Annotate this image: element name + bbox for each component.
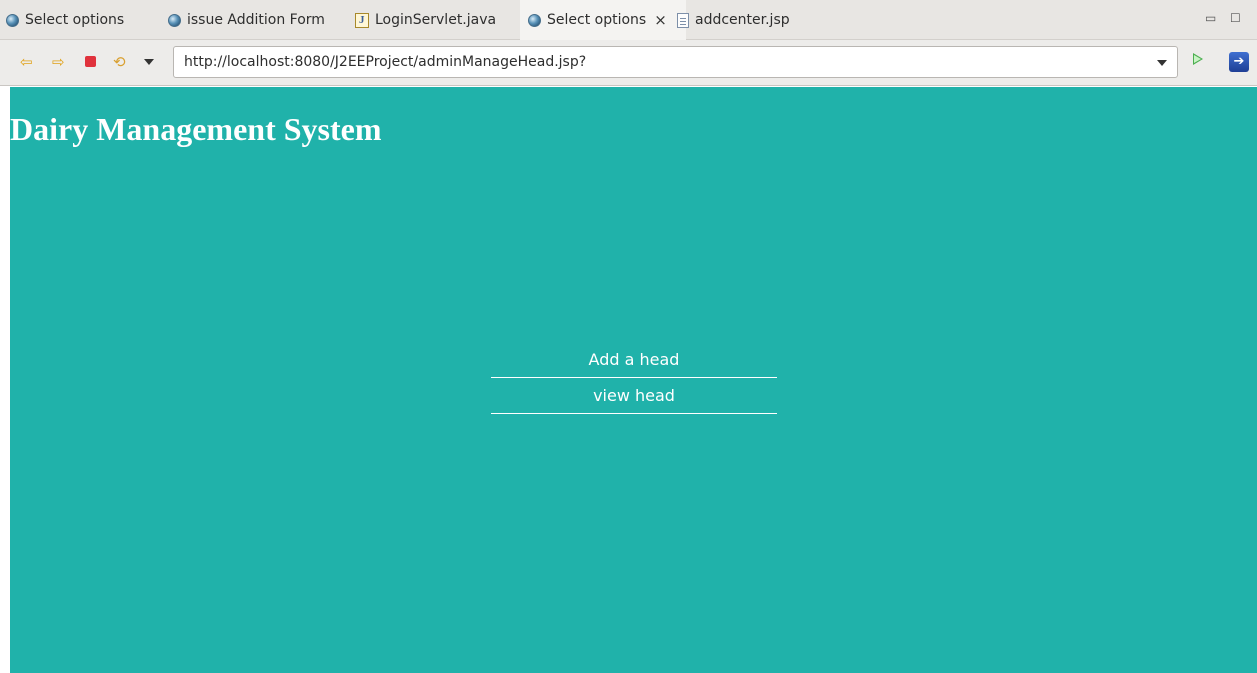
globe-icon	[168, 13, 181, 27]
tab-label: Select options	[25, 12, 125, 28]
browser-toolbar: ⇦ ⇨ ⟲ http://localhost:8080/J2EEProject/…	[0, 40, 1257, 86]
forward-arrow-icon[interactable]: ⇨	[52, 54, 65, 70]
url-dropdown-icon[interactable]	[1157, 60, 1167, 66]
go-icon-highlight	[1194, 55, 1201, 63]
tab-loginservlet-java[interactable]: LoginServlet.java	[355, 0, 496, 40]
refresh-icon[interactable]: ⟲	[113, 54, 126, 70]
page-content: Dairy Management System Add a head view …	[10, 87, 1257, 673]
url-input[interactable]: http://localhost:8080/J2EEProject/adminM…	[173, 46, 1178, 78]
back-arrow-icon[interactable]: ⇦	[20, 54, 33, 70]
tab-issue-addition-form[interactable]: issue Addition Form	[168, 0, 325, 40]
tab-select-options-1[interactable]: Select options	[6, 0, 124, 40]
external-browser-icon[interactable]: ➔	[1229, 52, 1249, 72]
minimize-icon[interactable]: ▭	[1205, 11, 1216, 25]
view-head-link[interactable]: view head	[491, 380, 777, 414]
jsp-file-icon	[677, 12, 689, 28]
java-file-icon	[355, 12, 369, 28]
tab-select-options-active[interactable]: Select options ×	[520, 0, 686, 40]
menu: Add a head view head	[491, 344, 777, 416]
add-head-link[interactable]: Add a head	[491, 344, 777, 378]
globe-icon	[6, 13, 19, 27]
tab-addcenter-jsp[interactable]: addcenter.jsp	[677, 0, 790, 40]
stop-icon[interactable]	[85, 56, 96, 67]
url-text: http://localhost:8080/J2EEProject/adminM…	[184, 54, 587, 70]
close-tab-icon[interactable]: ×	[654, 11, 667, 29]
globe-icon	[528, 13, 541, 27]
tab-label: addcenter.jsp	[695, 12, 790, 28]
tab-bar: Select options issue Addition Form Login…	[0, 0, 1257, 40]
chevron-down-icon[interactable]	[144, 59, 154, 65]
tab-label: issue Addition Form	[187, 12, 325, 28]
tab-label: LoginServlet.java	[375, 12, 497, 28]
tab-label: Select options	[547, 12, 647, 28]
maximize-icon[interactable]: ☐	[1230, 11, 1241, 25]
page-title: Dairy Management System	[10, 111, 382, 147]
